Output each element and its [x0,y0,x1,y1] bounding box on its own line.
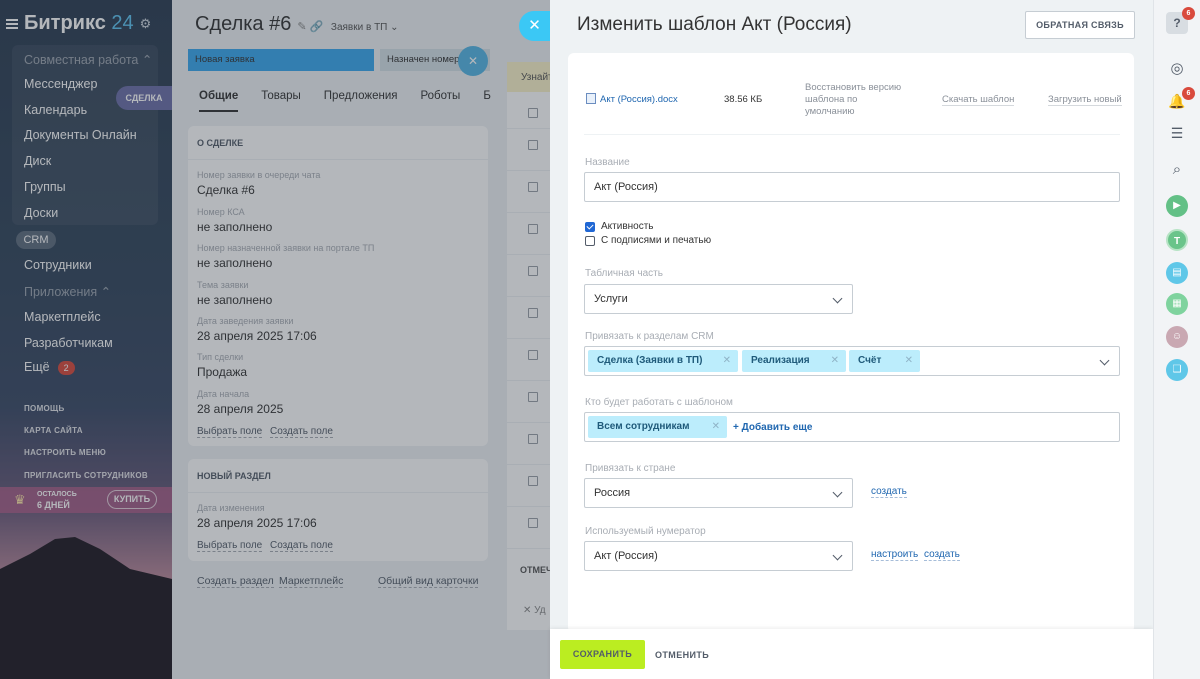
chat-icon[interactable]: ☰ [1166,122,1188,144]
bell-badge: 6 [1182,87,1195,100]
configure-numerator-link[interactable]: настроить [871,549,919,561]
feedback-button[interactable]: ОБРАТНАЯ СВЯЗЬ [1025,11,1135,39]
restore-link[interactable]: шаблона по [805,94,857,105]
signature-checkbox[interactable] [585,236,595,246]
create-numerator-link[interactable]: создать [924,549,960,561]
who-label: Кто будет работать с шаблоном [585,397,733,408]
numerator-label: Используемый нумератор [585,526,706,537]
restore-link[interactable]: умолчанию [805,106,855,117]
numerator-select[interactable]: Акт (Россия) [584,541,853,571]
activity-icon[interactable]: ◎ [1166,58,1188,80]
remove-tag-icon[interactable]: ✕ [712,416,720,438]
name-input[interactable]: Акт (Россия) [584,172,1120,202]
active-checkbox[interactable] [585,222,595,232]
country-select[interactable]: Россия [584,478,853,508]
remove-tag-icon[interactable]: ✕ [831,350,839,372]
remove-tag-icon[interactable]: ✕ [723,350,731,372]
avatar-icon[interactable]: Т [1166,229,1188,251]
divider [584,134,1120,135]
document-icon [586,93,596,104]
file-size: 38.56 КБ [724,94,763,105]
save-button[interactable]: СОХРАНИТЬ [560,640,645,669]
edit-template-panel: Изменить шаблон Акт (Россия) ОБРАТНАЯ СВ… [550,0,1153,679]
table-label: Табличная часть [585,268,663,279]
crm-tag: Сделка (Заявки в ТП) ✕ [588,350,738,372]
help-badge: 6 [1182,7,1195,20]
dim-overlay[interactable] [0,0,550,679]
crm-tag: Реализация ✕ [742,350,846,372]
signature-label: С подписями и печатью [601,235,712,246]
close-panel-icon[interactable]: ✕ [519,11,550,41]
remove-tag-icon[interactable]: ✕ [905,350,913,372]
crm-tag: Счёт ✕ [849,350,920,372]
right-bar: ? 6 ◎ 🔔 6 ☰ ⌕ ▶ Т ▤ ▦ ☺ ❑ [1153,0,1200,679]
upload-link[interactable]: Загрузить новый [1048,94,1122,106]
panel-title: Изменить шаблон Акт (Россия) [577,14,852,35]
bookmark-icon[interactable]: ❑ [1166,359,1188,381]
notes-icon[interactable]: ▦ [1166,293,1188,315]
create-country-link[interactable]: создать [871,486,907,498]
cancel-button[interactable]: ОТМЕНИТЬ [655,650,709,660]
add-more-link[interactable]: + Добавить еще [733,422,812,433]
crm-label: Привязать к разделам CRM [585,331,714,342]
name-label: Название [585,157,630,168]
panel-footer: СОХРАНИТЬ ОТМЕНИТЬ [550,629,1153,679]
download-link[interactable]: Скачать шаблон [942,94,1015,106]
message-icon[interactable]: ▤ [1166,262,1188,284]
table-select[interactable]: Услуги [584,284,853,314]
video-call-icon[interactable]: ▶ [1166,195,1188,217]
search-icon[interactable]: ⌕ [1166,159,1188,181]
user-avatar[interactable]: ☺ [1166,326,1188,348]
file-link[interactable]: Акт (Россия).docx [600,94,678,105]
who-tag: Всем сотрудникам ✕ [588,416,727,438]
country-label: Привязать к стране [585,463,676,474]
active-label: Активность [601,221,654,232]
restore-link[interactable]: Восстановить версию [805,82,901,93]
